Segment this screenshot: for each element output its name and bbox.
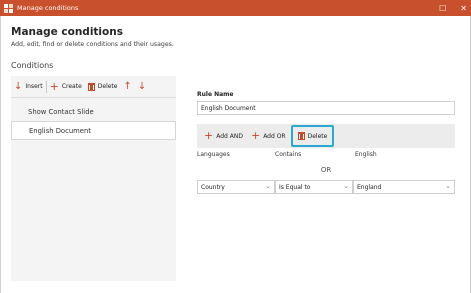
create-button[interactable]: + Create: [47, 76, 85, 98]
list-item[interactable]: English Document: [11, 121, 176, 140]
delete-condition-button[interactable]: Delete: [85, 76, 121, 98]
dialog-window: Manage conditions Add, edit, find or del…: [0, 16, 471, 293]
rule-toolbar: + Add AND + Add OR Delete: [197, 124, 455, 148]
list-item[interactable]: Show Contact Slide: [11, 102, 176, 121]
window-title: Manage conditions: [17, 4, 79, 12]
condition-editor-panel: Rule Name + Add AND + Add OR Delete Lang…: [197, 76, 455, 281]
value-dropdown-value: England: [357, 183, 382, 191]
rule-name-label: Rule Name: [197, 91, 234, 98]
rule-name-input[interactable]: [197, 101, 455, 115]
dialog-description: Add, edit, find or delete conditions and…: [11, 41, 174, 48]
chevron-down-icon: ⌄: [343, 182, 349, 190]
arrow-down-icon: ↓: [137, 80, 147, 92]
chevron-down-icon: ⌄: [265, 182, 271, 190]
move-down-button[interactable]: ↓: [135, 76, 149, 98]
chevron-down-icon: ⌄: [445, 182, 451, 190]
condition-value: English: [355, 151, 377, 158]
conditions-list-panel: ↓ Insert + Create Delete ↑ ↓ Show Contac…: [11, 76, 176, 281]
dialog-heading: Manage conditions: [11, 26, 123, 38]
maximize-button[interactable]: ☐: [439, 4, 446, 13]
field-dropdown[interactable]: Country ⌄: [197, 180, 275, 194]
operator-dropdown[interactable]: Is Equal to ⌄: [275, 180, 353, 194]
value-dropdown[interactable]: England ⌄: [353, 180, 455, 194]
conditions-section-label: Conditions: [11, 61, 54, 70]
add-or-button[interactable]: + Add OR: [248, 127, 289, 145]
or-separator: OR: [320, 166, 332, 174]
delete-label: Delete: [97, 83, 118, 90]
trash-icon: [297, 132, 305, 140]
create-label: Create: [61, 83, 82, 90]
arrow-down-icon: ↓: [14, 80, 23, 92]
arrow-up-icon: ↑: [123, 80, 132, 92]
conditions-toolbar: ↓ Insert + Create Delete ↑ ↓: [11, 76, 176, 98]
plus-icon: +: [250, 129, 261, 142]
insert-button[interactable]: ↓ Insert: [11, 76, 46, 98]
insert-label: Insert: [25, 83, 43, 90]
close-button[interactable]: ✕: [460, 4, 467, 13]
app-icon: [4, 3, 13, 13]
add-and-button[interactable]: + Add AND: [201, 127, 246, 145]
plus-icon: +: [204, 129, 214, 142]
trash-icon: [87, 82, 95, 91]
condition-row-2: Country ⌄ Is Equal to ⌄ England ⌄: [197, 180, 455, 194]
title-bar: Manage conditions ☐ ✕: [0, 0, 471, 16]
field-dropdown-value: Country: [201, 183, 225, 191]
plus-icon: +: [49, 79, 59, 93]
conditions-list: Show Contact Slide English Document: [11, 102, 176, 140]
condition-row-1[interactable]: Languages Contains English: [197, 151, 455, 161]
operator-dropdown-value: Is Equal to: [279, 183, 311, 191]
add-or-label: Add OR: [263, 132, 286, 140]
delete-rule-label: Delete: [307, 132, 328, 140]
condition-field: Languages: [197, 151, 230, 158]
move-up-button[interactable]: ↑: [120, 76, 134, 98]
list-item-label: English Document: [29, 126, 91, 135]
list-item-label: Show Contact Slide: [28, 107, 94, 116]
condition-operator: Contains: [275, 151, 302, 158]
delete-rule-button[interactable]: Delete: [290, 125, 335, 147]
add-and-label: Add AND: [216, 132, 243, 140]
